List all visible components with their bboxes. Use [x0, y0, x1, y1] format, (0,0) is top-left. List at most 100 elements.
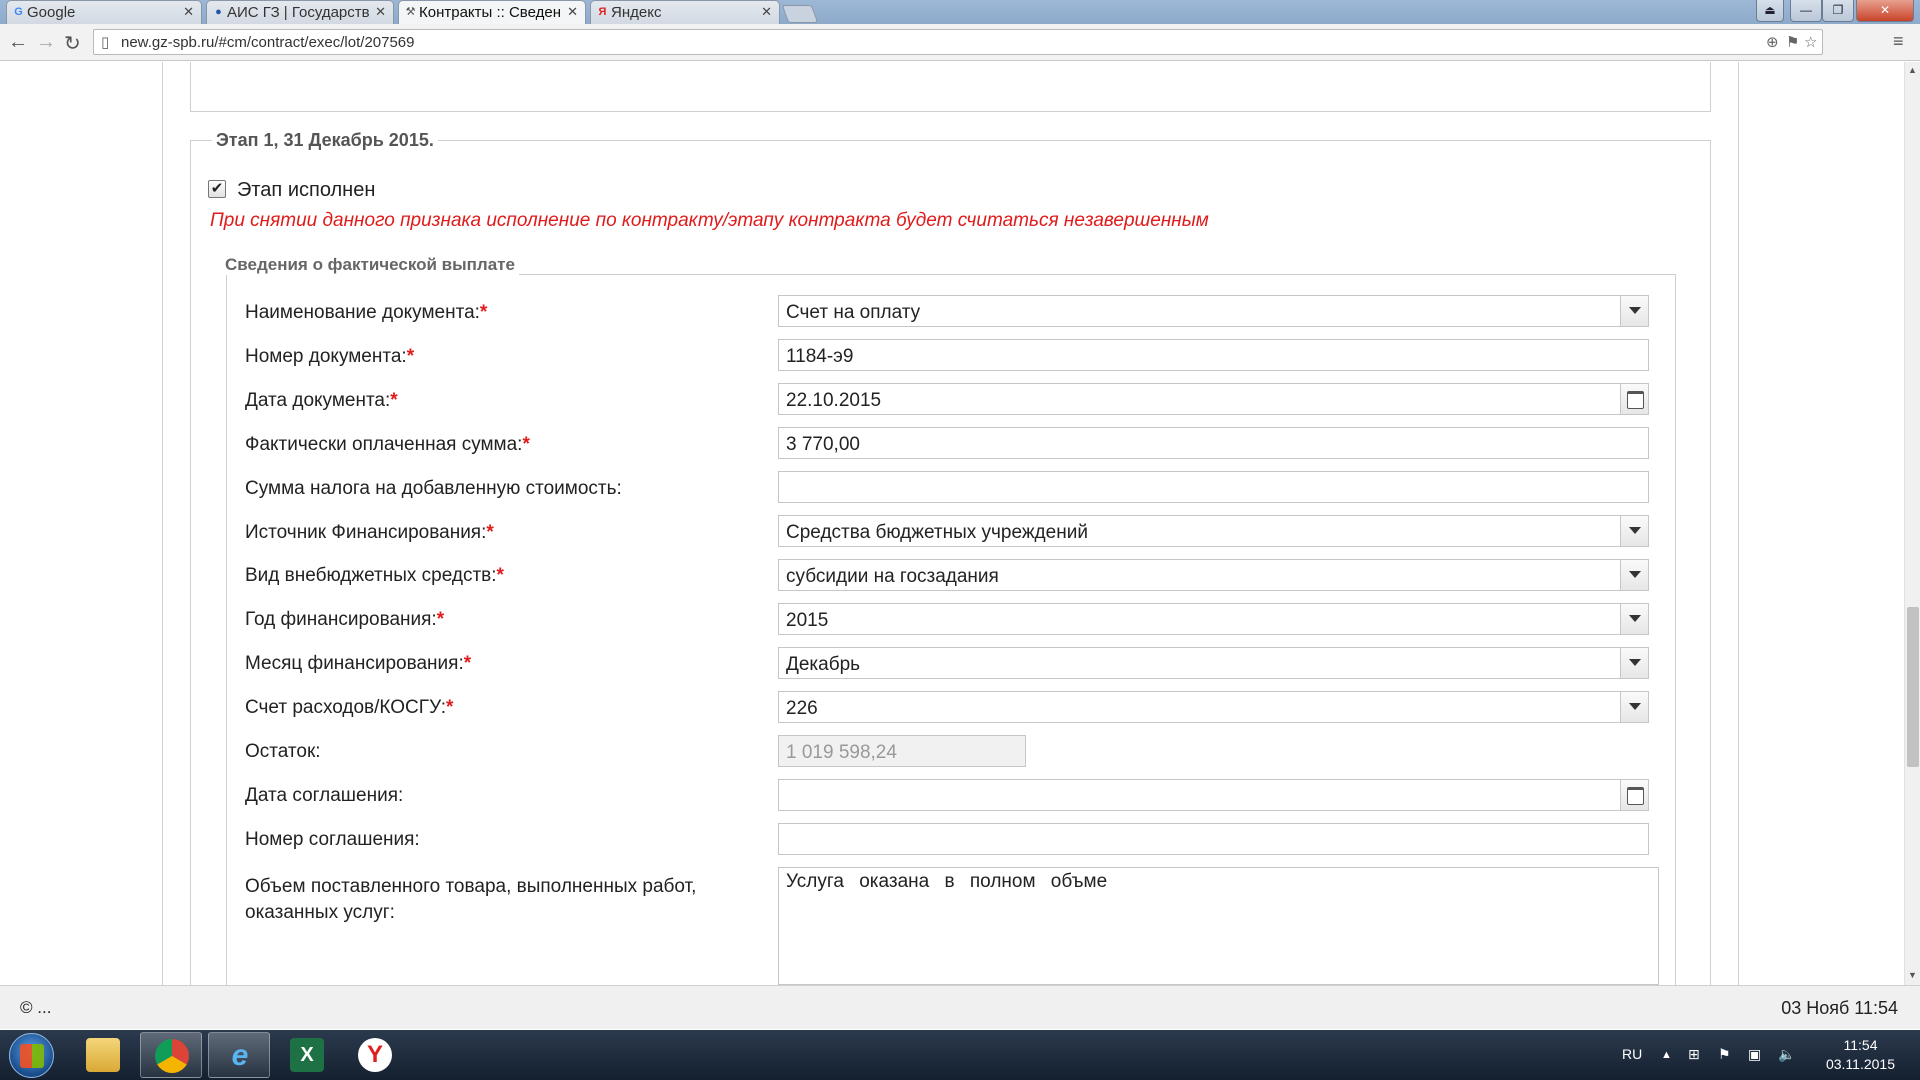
page-icon: ▯ — [101, 34, 110, 51]
windows-logo-icon — [20, 1044, 44, 1068]
tray-expand-icon[interactable]: ▲ — [1661, 1049, 1672, 1061]
browser-toolbar: ← → ↻ ▯ new.gz-spb.ru/#cm/contract/exec/… — [0, 24, 1920, 61]
chrome-icon — [155, 1039, 189, 1073]
tab-label: Контракты :: Сведен — [419, 4, 561, 21]
document-number-input[interactable]: 1184-э9 — [778, 339, 1649, 371]
close-window-button[interactable]: ✕ — [1856, 0, 1914, 22]
label-funding-source: Источник Финансирования:* — [245, 522, 494, 543]
folder-icon — [86, 1038, 120, 1072]
paid-amount-input[interactable]: 3 770,00 — [778, 427, 1649, 459]
reload-icon[interactable]: ↻ — [64, 31, 81, 56]
bookmark-star-icon[interactable]: ☆ — [1804, 33, 1817, 51]
action-center-icon[interactable]: ⚑ — [1718, 1046, 1731, 1063]
language-indicator[interactable]: RU — [1622, 1046, 1642, 1062]
tab-google[interactable]: G Google ✕ — [6, 0, 202, 24]
close-tab-icon[interactable]: ✕ — [567, 4, 578, 20]
payment-section-title: Сведения о фактической выплате — [221, 255, 519, 275]
balance-readonly: 1 019 598,24 — [778, 735, 1026, 767]
back-icon[interactable]: ← — [8, 31, 28, 54]
scrollbar-thumb[interactable] — [1907, 607, 1919, 767]
volume-icon[interactable]: 🔈 — [1778, 1046, 1795, 1063]
tab-label: Google — [27, 4, 76, 21]
close-tab-icon[interactable]: ✕ — [761, 4, 772, 20]
funding-year-select[interactable]: 2015 — [778, 603, 1649, 635]
tab-contracts[interactable]: ⚒ Контракты :: Сведен ✕ — [398, 0, 586, 24]
document-name-select[interactable]: Счет на оплату — [778, 295, 1649, 327]
maximize-button[interactable]: ❐ — [1822, 0, 1854, 22]
label-document-date: Дата документа:* — [245, 390, 398, 411]
previous-section — [190, 62, 1711, 112]
minimize-button[interactable]: — — [1790, 0, 1822, 22]
warning-text: При снятии данного признака исполнение п… — [210, 210, 1209, 231]
chevron-down-icon[interactable] — [1620, 560, 1648, 590]
stage-completed-label: Этап исполнен — [237, 179, 376, 201]
label-funding-month: Месяц финансирования:* — [245, 653, 472, 674]
windows-icon[interactable]: ⊞ — [1688, 1046, 1700, 1063]
taskbar-explorer[interactable] — [72, 1032, 134, 1078]
url-text: new.gz-spb.ru/#cm/contract/exec/lot/2075… — [121, 34, 415, 51]
stage-title: Этап 1, 31 Декабрь 2015. — [212, 130, 438, 151]
label-paid-amount: Фактически оплаченная сумма:* — [245, 434, 530, 455]
label-vat-amount: Сумма налога на добавленную стоимость: — [245, 478, 622, 499]
vat-amount-input[interactable] — [778, 471, 1649, 503]
volume-textarea[interactable]: Услуга оказана в полном объме — [778, 867, 1659, 985]
label-balance: Остаток: — [245, 741, 321, 762]
chevron-down-icon[interactable] — [1620, 296, 1648, 326]
user-icon[interactable]: ⏏ — [1756, 0, 1784, 22]
forward-icon[interactable]: → — [36, 31, 56, 54]
tools-icon: ⚒ — [405, 6, 416, 18]
label-document-number: Номер документа:* — [245, 346, 415, 367]
taskbar-ie[interactable]: e — [208, 1032, 270, 1078]
excel-icon: X — [290, 1038, 324, 1072]
network-icon[interactable]: ▣ — [1748, 1046, 1761, 1063]
funding-source-select[interactable]: Средства бюджетных учреждений — [778, 515, 1649, 547]
label-extrabudget-type: Вид внебюджетных средств:* — [245, 565, 504, 586]
label-expense-account: Счет расходов/КОСГУ:* — [245, 697, 454, 718]
funding-month-select[interactable]: Декабрь — [778, 647, 1649, 679]
scroll-up-icon[interactable]: ▲ — [1908, 65, 1917, 75]
tab-yandex[interactable]: Я Яндекс ✕ — [590, 0, 780, 24]
chevron-down-icon[interactable] — [1620, 604, 1648, 634]
translate-icon[interactable]: ⚑ — [1786, 33, 1799, 51]
tab-label: АИС ГЗ | Государств — [227, 4, 370, 21]
expense-account-select[interactable]: 226 — [778, 691, 1649, 723]
taskbar-yandex-browser[interactable]: Y — [344, 1032, 406, 1078]
taskbar-chrome[interactable] — [140, 1032, 202, 1078]
zoom-icon[interactable]: ⊕ — [1766, 33, 1779, 51]
address-bar[interactable]: ▯ new.gz-spb.ru/#cm/contract/exec/lot/20… — [93, 29, 1823, 55]
new-tab-button[interactable] — [781, 5, 819, 23]
google-icon: G — [14, 6, 23, 18]
page-content: Этап 1, 31 Декабрь 2015. ✔ Этап исполнен… — [0, 62, 1904, 985]
calendar-icon[interactable] — [1620, 384, 1648, 414]
status-datetime: 03 Нояб 11:54 — [1781, 998, 1898, 1018]
close-tab-icon[interactable]: ✕ — [375, 4, 386, 20]
label-funding-year: Год финансирования:* — [245, 609, 445, 630]
copyright-text: © ... — [20, 998, 52, 1017]
tab-ais-gz[interactable]: ● АИС ГЗ | Государств ✕ — [206, 0, 394, 24]
tab-label: Яндекс — [611, 4, 662, 21]
extrabudget-type-select[interactable]: субсидии на госзадания — [778, 559, 1649, 591]
label-agreement-number: Номер соглашения: — [245, 829, 420, 850]
vertical-scrollbar[interactable]: ▲ ▼ — [1904, 62, 1920, 985]
agreement-date-input[interactable] — [778, 779, 1649, 811]
calendar-icon[interactable] — [1620, 780, 1648, 810]
agreement-number-input[interactable] — [778, 823, 1649, 855]
menu-icon[interactable]: ≡ — [1893, 31, 1904, 52]
start-button[interactable] — [9, 1033, 54, 1078]
stage-completed-checkbox[interactable]: ✔ — [208, 180, 226, 198]
document-date-input[interactable]: 22.10.2015 — [778, 383, 1649, 415]
divider — [1738, 62, 1739, 985]
divider — [162, 62, 163, 985]
chevron-down-icon[interactable] — [1620, 692, 1648, 722]
windows-taskbar: e X Y RU ▲ ⊞ ⚑ ▣ 🔈 11:54 03.11.2015 — [0, 1030, 1920, 1080]
internet-explorer-icon: e — [231, 1039, 249, 1072]
system-clock[interactable]: 11:54 03.11.2015 — [1826, 1036, 1895, 1074]
chevron-down-icon[interactable] — [1620, 648, 1648, 678]
taskbar-excel[interactable]: X — [276, 1032, 338, 1078]
chevron-down-icon[interactable] — [1620, 516, 1648, 546]
status-bar: © ... 03 Нояб 11:54 — [0, 985, 1920, 1029]
scroll-down-icon[interactable]: ▼ — [1908, 970, 1917, 980]
label-volume: Объем поставленного товара, выполненных … — [245, 876, 697, 923]
close-tab-icon[interactable]: ✕ — [183, 4, 194, 20]
label-agreement-date: Дата соглашения: — [245, 785, 404, 806]
